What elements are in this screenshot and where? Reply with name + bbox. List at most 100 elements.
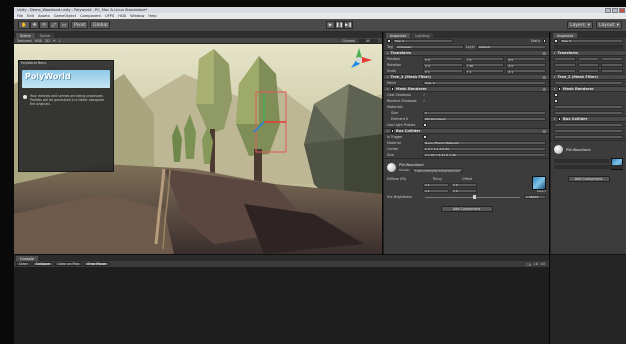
receive-shadows-checkbox[interactable]: ✓: [423, 99, 426, 103]
menu-help[interactable]: Help: [148, 14, 156, 18]
mesh-renderer-enabled-checkbox[interactable]: [390, 87, 395, 91]
minimize-button[interactable]: [605, 7, 611, 13]
static-checkbox[interactable]: [542, 39, 546, 43]
scale-x-field[interactable]: X 1: [423, 69, 463, 74]
brightness-field[interactable]: 1.08544: [524, 195, 546, 199]
tiling-x-field[interactable]: x 1: [423, 183, 449, 187]
collider-size-field[interactable]: X 1.03 Y 8.23 Z 1.36: [423, 153, 546, 157]
play-button[interactable]: ▶: [326, 21, 335, 29]
tag-dropdown[interactable]: [554, 45, 623, 49]
collider-material-field[interactable]: None (Physic Material): [423, 141, 546, 145]
clear-button[interactable]: Clear: [16, 261, 31, 267]
info-count-toggle[interactable]: ⓘ0: [526, 262, 531, 267]
object-name-field[interactable]: Tree_2: [392, 39, 453, 43]
menu-assets[interactable]: Assets: [38, 14, 50, 18]
rotation-x-field[interactable]: X 0: [423, 63, 463, 68]
error-count-toggle[interactable]: ⊘0: [540, 262, 545, 267]
maximize-button[interactable]: [612, 7, 618, 13]
checkbox[interactable]: [554, 93, 558, 97]
rotation-y-field[interactable]: Y 90: [464, 63, 505, 68]
active-checkbox[interactable]: [387, 39, 391, 43]
menu-file[interactable]: File: [17, 14, 23, 18]
menu-window[interactable]: Window: [130, 14, 144, 18]
box-collider-enabled-checkbox[interactable]: [390, 129, 395, 133]
z-field[interactable]: [601, 63, 624, 67]
menu-component[interactable]: Component: [80, 14, 101, 18]
gear-icon[interactable]: ⚙: [542, 87, 546, 92]
gear-icon[interactable]: ⚙: [542, 129, 546, 134]
gear-icon[interactable]: ⚙: [542, 51, 546, 56]
close-button[interactable]: [619, 7, 625, 13]
clear-on-play-toggle[interactable]: Clear on Play: [54, 261, 83, 267]
checkbox[interactable]: [554, 99, 558, 103]
position-z-field[interactable]: Z 0: [506, 57, 547, 62]
tab-inspector-secondary[interactable]: Inspector: [553, 33, 578, 38]
add-component-button[interactable]: Add Component: [567, 176, 610, 182]
x-field[interactable]: [554, 63, 576, 67]
z-field[interactable]: [601, 57, 624, 61]
scene-viewport[interactable]: Persp PolyWorld Menu PolyWorld Your mesh…: [14, 44, 382, 254]
persp-label[interactable]: Persp: [362, 73, 370, 77]
field[interactable]: [554, 105, 623, 109]
global-toggle[interactable]: Global: [90, 21, 111, 29]
field[interactable]: [554, 159, 609, 163]
texture-select-button[interactable]: Select: [537, 189, 546, 193]
field[interactable]: [554, 135, 623, 139]
console-log-area[interactable]: [14, 267, 549, 344]
scale-tool-button[interactable]: ⤢: [49, 21, 59, 29]
element-0-field[interactable]: PW-Woodland: [423, 117, 546, 121]
move-tool-button[interactable]: ✥: [29, 21, 40, 29]
object-name-field[interactable]: Tree_2: [559, 39, 623, 43]
mesh-field[interactable]: Tree_2: [423, 81, 546, 85]
field[interactable]: [554, 111, 623, 115]
audio-icon[interactable]: ♪: [59, 39, 61, 43]
tiling-y-field[interactable]: y 1: [423, 189, 449, 193]
position-x-field[interactable]: X 0: [423, 57, 463, 62]
gizmos-dropdown[interactable]: Gizmos: [342, 39, 355, 43]
y-field[interactable]: [577, 57, 600, 61]
tab-scene[interactable]: Scene: [16, 33, 35, 38]
mesh-field[interactable]: [554, 81, 623, 85]
menu-ufps[interactable]: UFPS: [105, 14, 114, 18]
offset-x-field[interactable]: x 0: [451, 183, 477, 187]
enabled-checkbox[interactable]: [557, 87, 562, 91]
rotation-z-field[interactable]: Z 0: [506, 63, 547, 68]
sun-icon[interactable]: ☀: [53, 39, 56, 43]
active-checkbox[interactable]: [554, 39, 558, 43]
step-button[interactable]: ▶❚: [344, 21, 353, 29]
size-field[interactable]: 1: [423, 111, 546, 115]
tab-inspector[interactable]: Inspector: [386, 33, 411, 38]
warning-count-toggle[interactable]: ⚠0: [533, 262, 538, 267]
slider-handle[interactable]: [472, 195, 476, 199]
add-component-button[interactable]: Add Component: [440, 206, 493, 212]
material-header[interactable]: PW-Woodland Shader Custom/PolyWorld/Vert…: [384, 158, 549, 176]
2d-toggle[interactable]: 2D: [45, 39, 50, 43]
menu-gameobject[interactable]: GameObject: [54, 14, 76, 18]
field[interactable]: [554, 165, 623, 169]
scene-search-input[interactable]: All: [357, 38, 378, 43]
y-field[interactable]: [577, 69, 600, 73]
field[interactable]: [554, 129, 623, 133]
x-field[interactable]: [554, 57, 576, 61]
tab-game[interactable]: Game: [35, 33, 55, 38]
hand-tool-button[interactable]: ✋: [18, 21, 30, 29]
cast-shadows-checkbox[interactable]: ✓: [423, 93, 426, 97]
material-header[interactable]: PW-Woodland: [551, 140, 626, 158]
render-mode-dropdown[interactable]: RGB: [35, 39, 42, 43]
layout-dropdown[interactable]: Layout ▾: [596, 21, 622, 29]
rect-tool-button[interactable]: ▭: [58, 21, 70, 29]
tag-dropdown[interactable]: Untagged: [394, 45, 464, 49]
gear-icon[interactable]: ⚙: [542, 75, 546, 80]
collapse-toggle[interactable]: Collapse: [32, 261, 53, 267]
y-field[interactable]: [577, 63, 600, 67]
scale-z-field[interactable]: Z 1: [506, 69, 547, 74]
x-field[interactable]: [554, 69, 576, 73]
shader-dropdown[interactable]: Custom/PolyWorld/VertexColor: [411, 168, 464, 173]
pause-button[interactable]: ❚❚: [335, 21, 344, 29]
position-y-field[interactable]: Y 0: [464, 57, 505, 62]
tab-lighting[interactable]: Lighting: [411, 33, 434, 38]
rotate-tool-button[interactable]: ⟳: [39, 21, 50, 29]
field[interactable]: [554, 123, 623, 127]
enabled-checkbox[interactable]: [557, 117, 562, 121]
menu-hud[interactable]: HUD: [118, 14, 126, 18]
